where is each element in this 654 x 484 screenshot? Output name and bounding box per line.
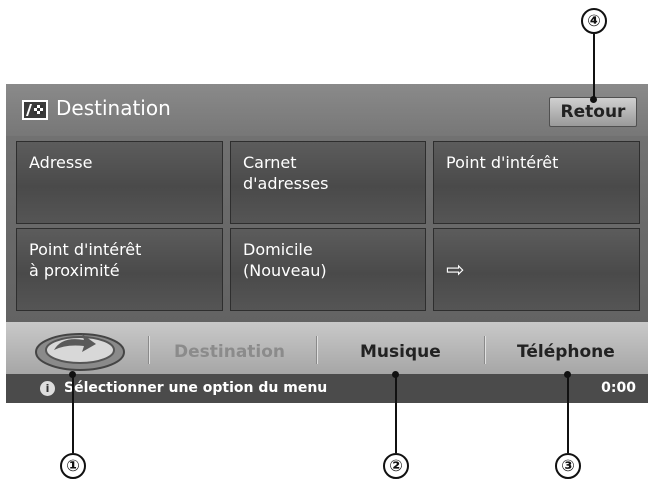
status-bar: i Sélectionner une option du menu 0:00	[6, 374, 648, 403]
info-icon: i	[40, 381, 55, 396]
tab-separator	[148, 336, 149, 364]
callout-1: ①	[60, 453, 86, 479]
tab-bar: Destination Musique Téléphone	[6, 322, 648, 374]
menu-item-poi[interactable]: Point d'intérêt	[433, 141, 640, 224]
clock: 0:00	[601, 380, 636, 396]
callout-2-line	[395, 375, 397, 453]
destination-flag-icon	[22, 100, 48, 120]
home-button[interactable]	[32, 326, 128, 372]
tab-separator	[484, 336, 485, 364]
tab-destination[interactable]: Destination	[174, 340, 285, 364]
menu-item-address[interactable]: Adresse	[16, 141, 223, 224]
tab-music[interactable]: Musique	[360, 340, 441, 364]
callout-2: ②	[383, 453, 409, 479]
arrow-right-icon: ⇨	[446, 258, 465, 283]
callout-4-line	[593, 34, 595, 100]
callout-1-line	[72, 375, 74, 453]
header-bar: Destination Retour	[6, 84, 648, 136]
callout-3-line	[567, 375, 569, 453]
menu-item-home[interactable]: Domicile (Nouveau)	[230, 228, 426, 311]
callout-4-dot	[590, 96, 597, 103]
page-title: Destination	[56, 96, 171, 120]
next-page-button[interactable]: ⇨	[433, 228, 640, 311]
status-message: Sélectionner une option du menu	[64, 380, 328, 396]
tab-phone[interactable]: Téléphone	[517, 340, 615, 364]
callout-4: ④	[581, 8, 607, 34]
menu-item-nearby-poi[interactable]: Point d'intérêt à proximité	[16, 228, 223, 311]
destination-menu-grid: Adresse Carnet d'adresses Point d'intérê…	[16, 141, 641, 311]
menu-item-address-book[interactable]: Carnet d'adresses	[230, 141, 426, 224]
tab-separator	[316, 336, 317, 364]
nav-screen: Destination Retour Adresse Carnet d'adre…	[6, 84, 648, 403]
callout-3: ③	[555, 453, 581, 479]
